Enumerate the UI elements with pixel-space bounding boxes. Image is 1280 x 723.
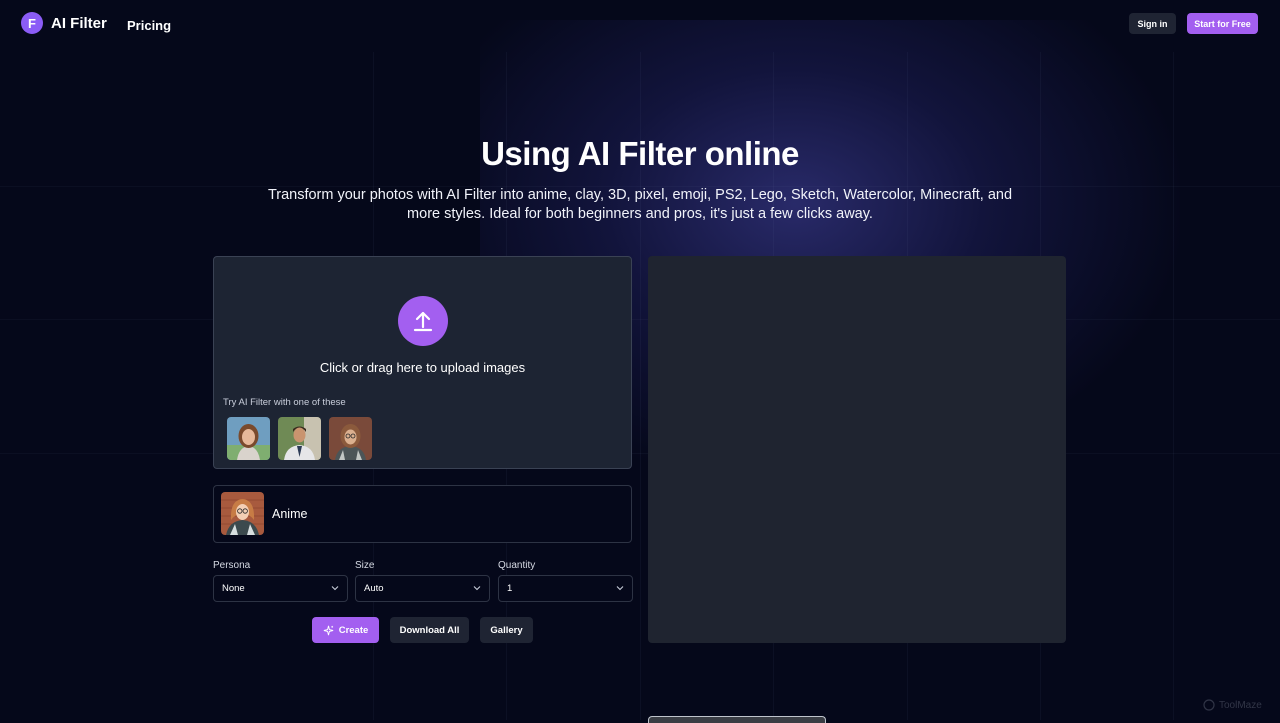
sample-images [227, 417, 372, 460]
selected-style-label: Anime [272, 507, 308, 521]
quantity-select-value: 1 [507, 583, 513, 594]
persona-label: Persona [213, 560, 251, 571]
size-label: Size [355, 560, 375, 571]
sparkle-icon [323, 625, 333, 635]
start-for-free-button[interactable]: Start for Free [1187, 13, 1258, 34]
brand-logo-icon[interactable]: F [21, 12, 43, 34]
watermark-logo-icon [1203, 699, 1215, 711]
sign-in-button[interactable]: Sign in [1129, 13, 1176, 34]
upload-icon[interactable] [398, 296, 448, 346]
watermark-text: ToolMaze [1219, 699, 1262, 711]
logo-letter: F [28, 15, 36, 31]
chevron-down-icon [616, 586, 624, 591]
top-nav: F AI Filter Pricing Sign in Start for Fr… [0, 0, 1280, 48]
create-button[interactable]: Create [312, 617, 379, 643]
watermark: ToolMaze [1203, 699, 1262, 711]
sample-image-woman-glasses[interactable] [329, 417, 372, 460]
gallery-button[interactable]: Gallery [480, 617, 533, 643]
nav-pricing-link[interactable]: Pricing [127, 18, 171, 33]
page-title: Using AI Filter online [481, 135, 799, 172]
persona-select[interactable]: None [213, 575, 348, 602]
persona-select-value: None [222, 583, 245, 594]
create-button-label: Create [338, 624, 369, 636]
size-select-value: Auto [364, 583, 384, 594]
sample-image-woman-portrait[interactable] [227, 417, 270, 460]
style-selector[interactable]: Anime [213, 485, 632, 543]
page-subtitle: Transform your photos with AI Filter int… [267, 187, 1013, 222]
try-samples-label: Try AI Filter with one of these [223, 397, 346, 408]
chevron-down-icon [473, 586, 481, 591]
result-preview-panel [648, 256, 1066, 643]
upload-dropzone[interactable]: Click or drag here to upload images Try … [213, 256, 632, 469]
sample-image-man-suit[interactable] [278, 417, 321, 460]
anime-style-thumbnail [221, 492, 264, 535]
background-grid [0, 0, 1280, 720]
download-all-button[interactable]: Download All [390, 617, 469, 643]
brand-name[interactable]: AI Filter [51, 15, 107, 32]
size-select[interactable]: Auto [355, 575, 490, 602]
upload-instructions: Click or drag here to upload images [319, 360, 526, 375]
quantity-select[interactable]: 1 [498, 575, 633, 602]
chevron-down-icon [331, 586, 339, 591]
quantity-label: Quantity [498, 560, 536, 571]
